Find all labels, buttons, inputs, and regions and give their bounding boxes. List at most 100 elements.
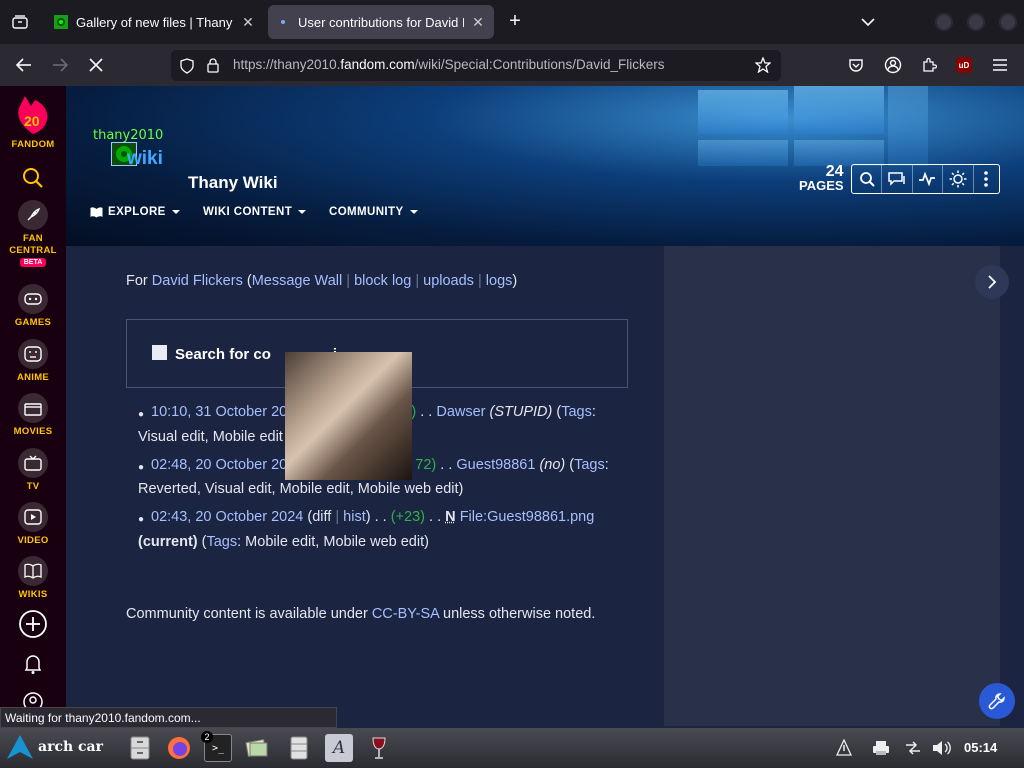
tab-overview-button[interactable]	[6, 10, 34, 34]
tab-gallery[interactable]: Gallery of new files | Thany Wiki ✕	[46, 5, 264, 39]
url-text[interactable]: https://thany2010.fandom.com/wiki/Specia…	[233, 57, 664, 72]
forward-button[interactable]	[48, 53, 72, 77]
maximize-button[interactable]	[967, 13, 985, 31]
font-viewer-launcher[interactable]: A	[325, 734, 353, 762]
caret-down-icon	[171, 210, 180, 214]
recent-changes-button[interactable]	[913, 165, 944, 193]
page-count-label: PAGES	[799, 178, 844, 193]
printer-icon[interactable]	[871, 738, 891, 758]
fandom-logo[interactable]: 20 FANDOM	[0, 94, 66, 151]
expand-toggle-checkbox[interactable]	[152, 345, 167, 360]
tab-label: Gallery of new files | Thany Wiki	[76, 14, 234, 30]
bookmark-star-icon[interactable]	[754, 56, 772, 78]
tab-label: User contributions for David Flickers	[298, 14, 464, 30]
page-title-link[interactable]: Dawser	[436, 404, 485, 420]
revision-timestamp-link[interactable]: 02:48, 20 October 20	[151, 457, 287, 473]
new-tab-button[interactable]: +	[503, 10, 527, 33]
wrench-icon	[988, 693, 1005, 710]
keyboard-layout-icon[interactable]	[834, 738, 854, 758]
tags-link[interactable]: Tags	[206, 534, 237, 550]
revision-timestamp-link[interactable]: 02:43, 20 October 2024	[151, 509, 303, 525]
wine-launcher[interactable]	[365, 734, 393, 762]
book-icon	[18, 556, 48, 586]
hamburger-icon	[993, 59, 1007, 71]
cc-by-sa-link[interactable]: CC-BY-SA	[372, 606, 439, 622]
fandom-search-button[interactable]	[0, 166, 66, 190]
clock[interactable]: 05:14	[964, 740, 997, 755]
terminal-launcher[interactable]: >_ 2	[201, 731, 232, 762]
license-text: Community content is available under	[126, 606, 368, 622]
sidebar-item-anime[interactable]: ANIME	[0, 339, 66, 384]
url-bar[interactable]: https://thany2010.fandom.com/wiki/Specia…	[171, 50, 781, 81]
wiki-logo[interactable]: thany2010 wiki	[93, 126, 169, 178]
menu-button[interactable]	[988, 53, 1012, 77]
archive-launcher[interactable]	[285, 734, 313, 762]
user-button[interactable]	[0, 691, 66, 708]
hist-link[interactable]: hist	[343, 509, 366, 525]
user-link[interactable]: David Flickers	[152, 273, 243, 289]
sidebar-item-wikis[interactable]: WIKIS	[0, 556, 66, 601]
revision-timestamp-link[interactable]: 10:10, 31 October 202	[151, 404, 295, 420]
lock-icon[interactable]	[206, 57, 220, 78]
image-viewer-launcher[interactable]	[243, 734, 271, 762]
font-icon: A	[332, 738, 346, 758]
separator: . .	[436, 457, 457, 473]
message-wall-link[interactable]: Message Wall	[252, 273, 343, 289]
extensions-button[interactable]	[917, 53, 941, 77]
file-manager-launcher[interactable]	[126, 734, 154, 762]
block-log-link[interactable]: block log	[354, 273, 411, 289]
close-tab-icon[interactable]: ✕	[240, 14, 256, 30]
background-window-pane	[698, 90, 788, 134]
nav-explore[interactable]: EXPLORE	[90, 206, 181, 218]
nav-wiki-content[interactable]: WIKI CONTENT	[203, 206, 307, 218]
start-menu-button[interactable]: arch car	[6, 734, 103, 760]
list-all-tabs-button[interactable]	[858, 12, 878, 32]
notifications-button[interactable]	[0, 653, 66, 675]
close-tab-icon[interactable]: ✕	[470, 14, 486, 30]
sidebar-item-fan-central[interactable]: FAN CENTRAL BETA	[0, 200, 66, 267]
edit-summary: (no)	[539, 457, 566, 473]
page-title-link[interactable]: File:Guest98861.png	[460, 509, 595, 525]
bullet: ●	[138, 514, 145, 525]
wiki-name[interactable]: Thany Wiki	[188, 173, 278, 193]
tab-strip: Gallery of new files | Thany Wiki ✕ User…	[0, 0, 1024, 44]
tabs-icon	[12, 15, 28, 29]
firefox-launcher[interactable]	[165, 734, 193, 762]
fandom-label: FANDOM	[11, 139, 55, 150]
discussions-button[interactable]	[882, 165, 913, 193]
volume-icon[interactable]	[932, 738, 952, 758]
license-footer: Community content is available under CC-…	[126, 606, 595, 622]
close-window-button[interactable]	[999, 13, 1017, 31]
back-button[interactable]	[12, 53, 36, 77]
account-button[interactable]	[881, 53, 905, 77]
wiki-search-button[interactable]	[852, 165, 883, 193]
more-actions-button[interactable]	[974, 165, 999, 193]
sidebar-item-tv[interactable]: TV	[0, 448, 66, 493]
stop-button[interactable]	[84, 53, 108, 77]
logs-link[interactable]: logs	[486, 273, 513, 289]
tags-link[interactable]: Tags	[561, 404, 592, 420]
sidebar-item-label: VIDEO	[17, 535, 49, 546]
sidebar-item-games[interactable]: GAMES	[0, 284, 66, 329]
background-window-pane	[794, 86, 884, 134]
page-tools-button[interactable]	[979, 683, 1015, 719]
tab-contributions[interactable]: User contributions for David Flickers ✕	[268, 5, 494, 39]
page-title-link[interactable]: Guest98861	[456, 457, 535, 473]
page-content: For David Flickers (Message Wall | block…	[90, 246, 664, 726]
create-wiki-button[interactable]	[0, 609, 66, 639]
theme-toggle-button[interactable]	[943, 165, 974, 193]
uploads-link[interactable]: uploads	[423, 273, 474, 289]
background-window-pane	[888, 86, 928, 166]
tracking-protection-icon[interactable]	[179, 58, 195, 79]
sidebar-item-video[interactable]: VIDEO	[0, 502, 66, 547]
search-icon	[859, 172, 875, 187]
wine-glass-icon	[372, 737, 386, 759]
network-icon[interactable]	[903, 738, 923, 758]
minimize-button[interactable]	[935, 13, 953, 31]
ublock-button[interactable]: uD	[952, 53, 976, 77]
sidebar-item-movies[interactable]: MOVIES	[0, 393, 66, 438]
tags-link[interactable]: Tags	[574, 457, 605, 473]
pocket-button[interactable]	[844, 53, 868, 77]
right-rail-toggle[interactable]	[975, 265, 1009, 299]
nav-community[interactable]: COMMUNITY	[329, 206, 419, 218]
